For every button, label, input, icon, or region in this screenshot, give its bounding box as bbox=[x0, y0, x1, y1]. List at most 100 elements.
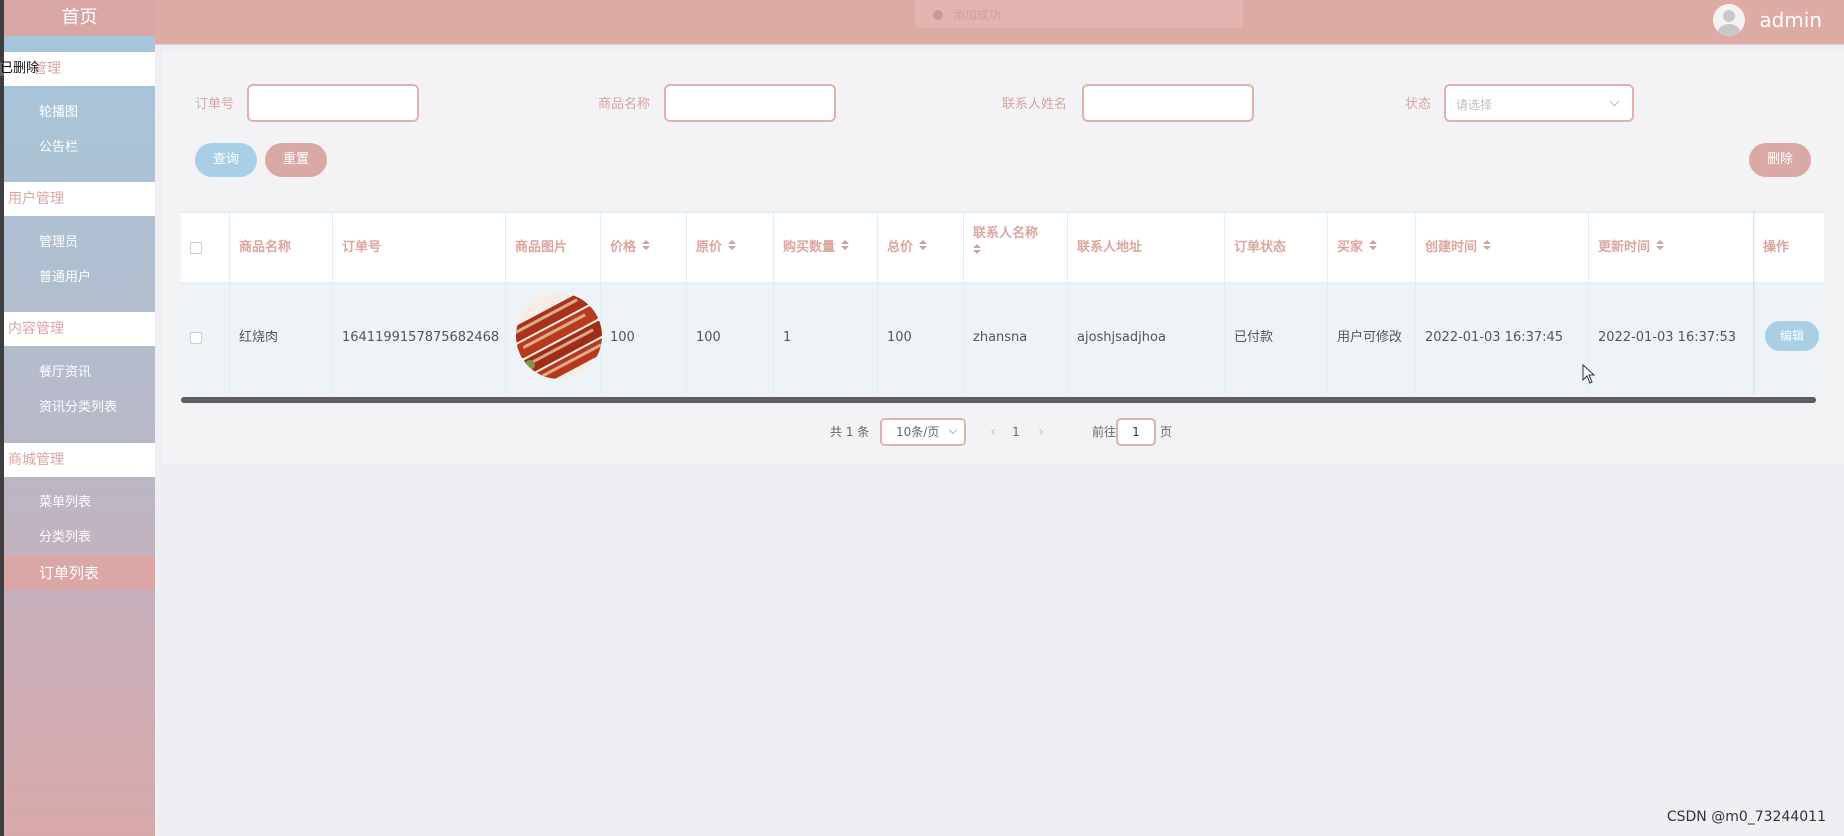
braised-pork-image bbox=[516, 293, 602, 379]
page-number[interactable]: 1 bbox=[1002, 420, 1030, 444]
cell-total: 100 bbox=[878, 283, 964, 393]
sidebar-item-menu-list[interactable]: 菜单列表 bbox=[4, 486, 155, 520]
sidebar-group-content[interactable]: 内容管理 bbox=[4, 312, 155, 346]
sort-icon[interactable] bbox=[973, 244, 981, 255]
horizontal-scrollbar[interactable] bbox=[181, 397, 1816, 403]
cell-price: 100 bbox=[601, 283, 687, 393]
cell-product-name: 红烧肉 bbox=[230, 283, 333, 393]
sidebar: 首页 管理 已删除 轮播图 公告栏 用户管理 管理员 普通用户 内容管理 餐厅资… bbox=[0, 0, 155, 836]
col-product-name: 商品名称 bbox=[230, 213, 333, 283]
contact-name-label: 联系人姓名 bbox=[1002, 97, 1068, 112]
row-select-cell bbox=[181, 283, 230, 393]
status-placeholder: 请选择 bbox=[1456, 98, 1493, 112]
pagination-total: 共 1 条 bbox=[830, 425, 870, 439]
goto-label: 前往 bbox=[1092, 425, 1117, 439]
col-quantity-label: 购买数量 bbox=[783, 240, 836, 255]
prev-page-icon[interactable]: ‹ bbox=[983, 420, 1003, 444]
chevron-down-icon bbox=[948, 425, 958, 435]
sidebar-item-carousel[interactable]: 轮播图 bbox=[4, 96, 155, 130]
contact-name-input[interactable] bbox=[1082, 84, 1254, 122]
cell-buyer: 用户可修改 bbox=[1328, 283, 1416, 393]
sort-icon[interactable] bbox=[1656, 240, 1665, 251]
select-all-cell bbox=[181, 213, 230, 283]
col-original-price[interactable]: 原价 bbox=[687, 213, 774, 283]
select-all-checkbox[interactable] bbox=[190, 242, 202, 254]
sidebar-group-users[interactable]: 用户管理 bbox=[4, 182, 155, 216]
reset-button[interactable]: 重置 bbox=[265, 143, 327, 177]
goto-page-input[interactable]: 1 bbox=[1116, 418, 1156, 446]
sort-icon[interactable] bbox=[642, 240, 651, 251]
username[interactable]: admin bbox=[1759, 8, 1822, 32]
sort-icon[interactable] bbox=[841, 240, 850, 251]
cell-product-image bbox=[506, 283, 602, 393]
col-order-status: 订单状态 bbox=[1225, 213, 1328, 283]
col-updated-time[interactable]: 更新时间 bbox=[1589, 213, 1754, 283]
col-quantity[interactable]: 购买数量 bbox=[774, 213, 878, 283]
sort-icon[interactable] bbox=[728, 240, 737, 251]
col-buyer[interactable]: 买家 bbox=[1328, 213, 1416, 283]
page-size-value: 10条/页 bbox=[896, 425, 940, 439]
cell-order-status: 已付款 bbox=[1225, 283, 1328, 393]
col-total[interactable]: 总价 bbox=[878, 213, 964, 283]
col-contact-name[interactable]: 联系人名称 bbox=[964, 213, 1068, 283]
status-label: 状态 bbox=[1405, 97, 1432, 112]
col-buyer-label: 买家 bbox=[1337, 240, 1364, 255]
sidebar-item-admins[interactable]: 管理员 bbox=[4, 226, 155, 260]
col-created-time-label: 创建时间 bbox=[1425, 240, 1478, 255]
sort-icon[interactable] bbox=[919, 240, 928, 251]
sidebar-group-shop[interactable]: 商城管理 bbox=[4, 443, 155, 477]
col-original-price-label: 原价 bbox=[696, 240, 723, 255]
sidebar-item-category-list[interactable]: 分类列表 bbox=[4, 521, 155, 555]
cell-order-no: 1641199157875682468 bbox=[333, 283, 506, 393]
overlap-toast-text: 已删除 bbox=[0, 61, 40, 76]
edit-button[interactable]: 编辑 bbox=[1765, 321, 1819, 351]
toast-text: 添加成功 bbox=[953, 8, 1002, 22]
col-actions: 操作 bbox=[1763, 240, 1790, 255]
delete-button[interactable]: 删除 bbox=[1749, 143, 1811, 177]
col-updated-time-label: 更新时间 bbox=[1598, 240, 1651, 255]
cell-created-time: 2022-01-03 16:37:45 bbox=[1416, 283, 1589, 393]
col-contact-name-label: 联系人名称 bbox=[973, 226, 1039, 241]
col-order-no: 订单号 bbox=[333, 213, 506, 283]
query-button[interactable]: 查询 bbox=[195, 143, 257, 177]
col-price-label: 价格 bbox=[610, 240, 637, 255]
orders-table: 商品名称 订单号 商品图片 价格 原价 购买数量 总价 联系人名称 联系人地址 … bbox=[181, 211, 1824, 395]
sidebar-item-order-list[interactable]: 订单列表 bbox=[4, 556, 155, 590]
sidebar-item-news[interactable]: 餐厅资讯 bbox=[4, 356, 155, 390]
next-page-icon[interactable]: › bbox=[1031, 420, 1051, 444]
csdn-watermark: CSDN @m0_73244011 bbox=[1666, 809, 1826, 825]
status-select[interactable]: 请选择 bbox=[1444, 84, 1634, 122]
success-toast: 添加成功 bbox=[915, 0, 1243, 28]
table-header: 商品名称 订单号 商品图片 价格 原价 购买数量 总价 联系人名称 联系人地址 … bbox=[181, 211, 1824, 283]
cell-updated-time: 2022-01-03 16:37:53 bbox=[1589, 283, 1754, 393]
success-icon bbox=[933, 10, 943, 20]
product-name-input[interactable] bbox=[664, 84, 836, 122]
order-list-panel: 订单号 商品名称 联系人姓名 状态 请选择 查询 重置 删除 商品名称 订单号 … bbox=[162, 50, 1844, 463]
sidebar-item-notice[interactable]: 公告栏 bbox=[4, 131, 155, 165]
page-suffix: 页 bbox=[1160, 425, 1173, 439]
sidebar-home[interactable]: 首页 bbox=[4, 0, 155, 36]
col-contact-address: 联系人地址 bbox=[1068, 213, 1225, 283]
user-menu[interactable]: admin bbox=[1713, 4, 1822, 36]
row-checkbox[interactable] bbox=[190, 332, 202, 344]
order-no-label: 订单号 bbox=[195, 97, 235, 112]
order-no-input[interactable] bbox=[247, 84, 419, 122]
food-photo-icon bbox=[516, 293, 602, 379]
cell-quantity: 1 bbox=[774, 283, 878, 393]
sidebar-item-news-categories[interactable]: 资讯分类列表 bbox=[4, 391, 155, 425]
avatar-icon[interactable] bbox=[1713, 4, 1746, 36]
table-row: 红烧肉 1641199157875682468 100 100 1 100 zh… bbox=[181, 283, 1824, 395]
cell-contact-address: ajoshjsadjhoa bbox=[1068, 283, 1225, 393]
sidebar-item-normal-users[interactable]: 普通用户 bbox=[4, 261, 155, 295]
cell-original-price: 100 bbox=[687, 283, 774, 393]
sort-icon[interactable] bbox=[1369, 240, 1378, 251]
sort-icon[interactable] bbox=[1483, 240, 1492, 251]
product-name-label: 商品名称 bbox=[598, 97, 651, 112]
col-total-label: 总价 bbox=[887, 240, 914, 255]
col-created-time[interactable]: 创建时间 bbox=[1416, 213, 1589, 283]
col-price[interactable]: 价格 bbox=[601, 213, 687, 283]
mouse-cursor-icon bbox=[1582, 363, 1596, 388]
page-size-select[interactable]: 10条/页 bbox=[880, 418, 966, 446]
col-product-image: 商品图片 bbox=[506, 213, 601, 283]
top-header: 添加成功 admin bbox=[155, 0, 1844, 45]
